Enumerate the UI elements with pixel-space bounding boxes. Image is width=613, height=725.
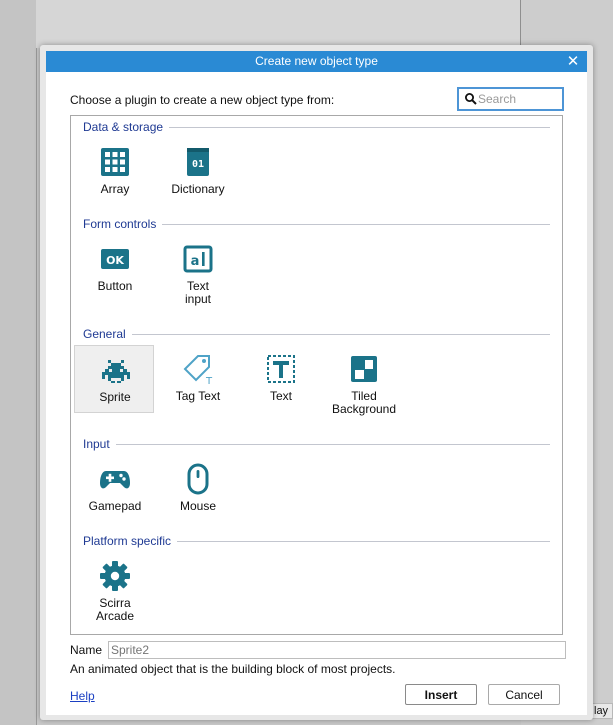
category-input: Input	[71, 435, 562, 453]
dialog-title: Create new object type	[255, 54, 378, 68]
plugin-label: Tag Text	[175, 389, 221, 403]
plugin-label: Text input	[184, 279, 212, 306]
category-divider	[83, 444, 550, 445]
dialog-body: Create new object type ✕ Choose a plugin…	[46, 51, 587, 715]
name-label: Name	[70, 643, 103, 657]
plugin-button[interactable]: OK Button	[74, 235, 154, 303]
create-object-dialog: Create new object type ✕ Choose a plugin…	[40, 45, 593, 720]
plugin-label: Dictionary	[171, 182, 225, 196]
plugin-gamepad[interactable]: Gamepad	[74, 455, 154, 523]
category-label: Data & storage	[83, 118, 170, 136]
plugin-sprite[interactable]: Sprite	[74, 345, 154, 413]
close-icon[interactable]: ✕	[567, 53, 580, 70]
plugin-label: Button	[97, 279, 133, 293]
category-form-controls: Form controls	[71, 215, 562, 233]
svg-text:T: T	[205, 376, 213, 385]
plugin-tiled-background[interactable]: Tiled Background	[323, 345, 403, 416]
book-icon: 01	[187, 148, 209, 176]
plugin-list: Data & storage Array 01 Dictionary Form …	[70, 115, 563, 635]
category-label: Input	[83, 435, 116, 453]
gear-icon	[100, 561, 130, 591]
close-button[interactable]: ✕	[565, 51, 581, 72]
ok-button-icon: OK	[101, 249, 129, 269]
svg-text:01: 01	[192, 159, 204, 170]
plugin-label: Gamepad	[88, 499, 142, 513]
insert-button[interactable]: Insert	[405, 684, 477, 705]
tiled-icon	[351, 356, 377, 382]
plugin-scirra-arcade[interactable]: Scirra Arcade	[74, 552, 154, 623]
search-input[interactable]	[478, 91, 558, 107]
category-platform-specific: Platform specific	[71, 532, 562, 550]
background-panel-left	[0, 0, 37, 725]
svg-text:a: a	[191, 254, 200, 269]
background-corner-text: lay	[591, 703, 613, 719]
tag-icon: T	[183, 355, 213, 385]
plugin-array[interactable]: Array	[74, 138, 154, 206]
dialog-titlebar: Create new object type ✕	[46, 51, 587, 72]
gamepad-icon	[100, 471, 130, 489]
category-data-storage: Data & storage	[71, 118, 562, 136]
plugin-text-input[interactable]: a Text input	[157, 235, 237, 306]
category-divider	[83, 334, 550, 335]
category-general: General	[71, 325, 562, 343]
plugin-dictionary[interactable]: 01 Dictionary	[157, 138, 237, 206]
space-invader-icon	[102, 360, 130, 383]
plugin-label: Array	[100, 182, 130, 196]
plugin-mouse[interactable]: Mouse	[157, 455, 237, 523]
name-input[interactable]	[108, 641, 566, 659]
plugin-label: Text	[269, 389, 292, 403]
prompt-text: Choose a plugin to create a new object t…	[70, 93, 335, 107]
grid-icon	[101, 148, 129, 176]
background-panel-top	[36, 0, 521, 48]
help-link[interactable]: Help	[70, 689, 95, 703]
svg-text:OK: OK	[106, 254, 124, 267]
text-input-icon: a	[183, 245, 213, 273]
cancel-button[interactable]: Cancel	[488, 684, 560, 705]
plugin-description: An animated object that is the building …	[70, 662, 396, 676]
category-label: Form controls	[83, 215, 163, 233]
plugin-label: Sprite	[99, 390, 131, 404]
plugin-label: Tiled Background	[331, 389, 397, 416]
search-box[interactable]	[457, 87, 564, 111]
text-icon	[267, 355, 295, 383]
plugin-label: Mouse	[179, 499, 217, 513]
category-label: Platform specific	[83, 532, 178, 550]
plugin-label: Scirra Arcade	[95, 596, 135, 623]
plugin-text[interactable]: Text	[240, 345, 320, 413]
search-icon	[465, 93, 477, 105]
plugin-tag-text[interactable]: T Tag Text	[157, 345, 237, 413]
mouse-icon	[187, 463, 209, 495]
category-label: General	[83, 325, 132, 343]
